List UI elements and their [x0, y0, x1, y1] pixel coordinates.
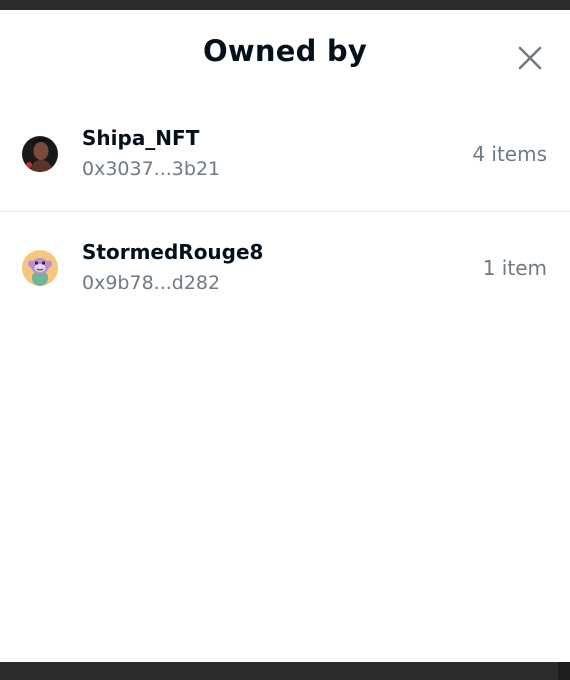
owner-item-count: 1 item	[482, 256, 547, 280]
modal-title: Owned by	[203, 34, 367, 68]
owner-address[interactable]: 0x3037...3b21	[82, 158, 220, 180]
owner-name[interactable]: Shipa_NFT	[82, 126, 199, 150]
bottom-system-bar	[0, 662, 570, 680]
owner-row[interactable]: Shipa_NFT 0x3037...3b21 4 items	[0, 98, 570, 212]
close-button[interactable]	[514, 42, 546, 74]
owner-item-count: 4 items	[472, 142, 547, 166]
close-icon	[518, 46, 542, 70]
owner-row[interactable]: StormedRouge8 0x9b78...d282 1 item	[0, 212, 570, 324]
owner-name[interactable]: StormedRouge8	[82, 240, 263, 264]
cartoon-ape-avatar-icon	[22, 250, 58, 286]
owner-address[interactable]: 0x9b78...d282	[82, 272, 220, 294]
modal-header: Owned by	[0, 10, 570, 98]
top-status-bar	[0, 0, 570, 10]
owned-by-modal: Owned by Shipa_NFT 0x3037...3b21 4 items	[0, 10, 570, 662]
scrollbar-corner	[558, 662, 570, 680]
avatar[interactable]	[22, 250, 58, 286]
portrait-avatar-icon	[22, 136, 58, 172]
owner-list: Shipa_NFT 0x3037...3b21 4 items StormedR	[0, 98, 570, 324]
avatar[interactable]	[22, 136, 58, 172]
